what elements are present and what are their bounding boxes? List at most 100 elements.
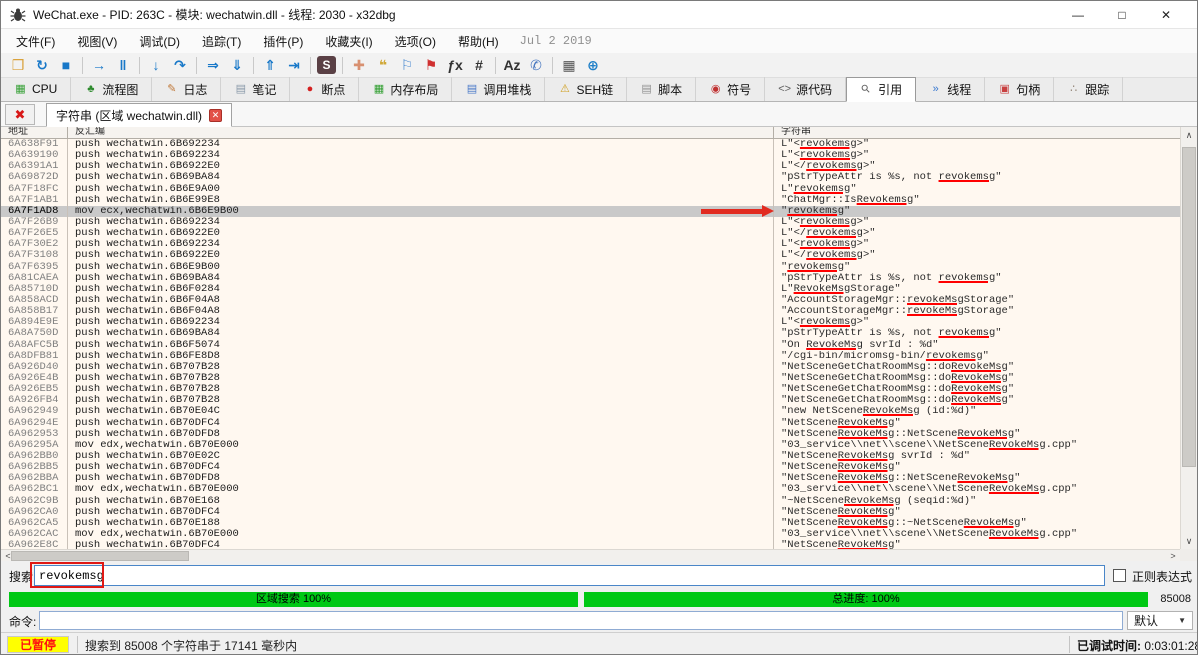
table-row[interactable]: 6A7F26E5 push wechatwin.6B6922E0 L"</revok…: [1, 228, 1180, 240]
table-row[interactable]: 6A926D40 push wechatwin.6B707B28 "NetScene…: [1, 361, 1180, 373]
menu-item-1[interactable]: 视图(V): [66, 30, 128, 53]
execute-till-return-icon[interactable]: ⇓: [225, 55, 249, 76]
tab-cpu[interactable]: ▦ CPU: [1, 77, 72, 101]
table-row[interactable]: 6A639190 push wechatwin.6B692234 L"<revoke…: [1, 150, 1180, 162]
table-row[interactable]: 6A7F1AB1 push wechatwin.6B6E99E8 "ChatMgr:…: [1, 194, 1180, 206]
tab-threads[interactable]: » 线程: [916, 77, 986, 101]
table-row[interactable]: 6A962E8C push wechatwin.6B70DFC4 "NetScene…: [1, 540, 1180, 549]
horizontal-scrollbar[interactable]: < >: [1, 549, 1180, 561]
bookmarks-icon[interactable]: ⚑: [419, 55, 443, 76]
tab-handles[interactable]: ▣ 句柄: [985, 77, 1055, 101]
scroll-up-icon[interactable]: ∧: [1181, 127, 1197, 143]
patch-icon[interactable]: ✚: [347, 55, 371, 76]
column-header-address[interactable]: 地址: [1, 127, 68, 138]
table-row[interactable]: 6A7F1AD8 mov ecx,wechatwin.6B6E9B00 "revok…: [1, 205, 1180, 217]
maximize-button[interactable]: □: [1100, 2, 1144, 28]
table-row[interactable]: 6A962CA0 push wechatwin.6B70DFC4 "NetScene…: [1, 506, 1180, 518]
minimize-button[interactable]: —: [1056, 2, 1100, 28]
vertical-scrollbar[interactable]: ∧ ∨: [1180, 127, 1197, 549]
subtab-strings-wechatwin[interactable]: 字符串 (区域 wechatwin.dll) ✕: [46, 103, 233, 127]
menu-item-6[interactable]: 选项(O): [384, 30, 447, 53]
scroll-right-icon[interactable]: >: [1166, 550, 1180, 561]
step-over-icon[interactable]: ↷: [168, 55, 192, 76]
table-row[interactable]: 6A7F30E2 push wechatwin.6B692234 L"<revoke…: [1, 239, 1180, 251]
menu-item-0[interactable]: 文件(F): [5, 30, 66, 53]
table-row[interactable]: 6A962953 push wechatwin.6B70DFD8 "NetScene…: [1, 428, 1180, 440]
tab-breakpoints[interactable]: ● 断点: [290, 77, 360, 101]
run-to-user-code-icon[interactable]: ⇑: [258, 55, 282, 76]
tab-call-stack[interactable]: ▤ 调用堆栈: [452, 77, 546, 101]
tab-source[interactable]: <> 源代码: [765, 77, 847, 101]
table-row[interactable]: 6A85710D push wechatwin.6B6F0284 L"RevokeM…: [1, 283, 1180, 295]
close-button[interactable]: ✕: [1144, 2, 1188, 28]
table-row[interactable]: 6A962BB5 push wechatwin.6B70DFC4 "NetScene…: [1, 462, 1180, 474]
table-row[interactable]: 6A962BBA push wechatwin.6B70DFD8 "NetScene…: [1, 473, 1180, 485]
menu-item-7[interactable]: 帮助(H): [447, 30, 510, 53]
table-row[interactable]: 6A81CAEA push wechatwin.6B69BA84 "pStrType…: [1, 272, 1180, 284]
tab-script[interactable]: ▤ 脚本: [627, 77, 697, 101]
table-row[interactable]: 6A7F3108 push wechatwin.6B6922E0 L"</revok…: [1, 250, 1180, 262]
labels-icon[interactable]: ⚐: [395, 55, 419, 76]
table-row[interactable]: 6A8A750D push wechatwin.6B69BA84 "pStrType…: [1, 328, 1180, 340]
table-row[interactable]: 6A858B17 push wechatwin.6B6F04A8 "AccountS…: [1, 306, 1180, 318]
command-input[interactable]: [39, 611, 1123, 630]
table-row[interactable]: 6A962BC1 mov edx,wechatwin.6B70E000 "03_se…: [1, 484, 1180, 496]
tab-memory-map[interactable]: ▦ 内存布局: [359, 77, 453, 101]
table-row[interactable]: 6A7F6395 push wechatwin.6B6E9B00 "revokems…: [1, 261, 1180, 273]
table-row[interactable]: 6A7F18FC push wechatwin.6B6E9A00 L"revokem…: [1, 183, 1180, 195]
case-icon[interactable]: Az: [500, 55, 524, 76]
table-row[interactable]: 6A7F26B9 push wechatwin.6B692234 L"<revoke…: [1, 216, 1180, 229]
functions-icon[interactable]: ƒx: [443, 55, 467, 76]
column-header-disassembly[interactable]: 反汇编: [68, 127, 774, 138]
table-row[interactable]: 6A6391A1 push wechatwin.6B6922E0 L"</revok…: [1, 161, 1180, 173]
table-row[interactable]: 6A926E4B push wechatwin.6B707B28 "NetScene…: [1, 372, 1180, 385]
tab-trace[interactable]: ∴ 跟踪: [1054, 77, 1124, 101]
search-input[interactable]: [34, 565, 1105, 586]
pause-icon[interactable]: ‖: [111, 55, 135, 76]
scroll-down-icon[interactable]: ∨: [1181, 533, 1197, 549]
run-icon[interactable]: →: [87, 55, 111, 76]
comments-icon[interactable]: ❝: [371, 55, 395, 76]
tab-symbols[interactable]: ◉ 符号: [696, 77, 766, 101]
open-file-icon[interactable]: ❒: [6, 55, 30, 76]
horizontal-scrollbar-thumb[interactable]: [11, 551, 189, 561]
table-row[interactable]: 6A8AFC5B push wechatwin.6B6F5074 "On Revok…: [1, 339, 1180, 351]
table-row[interactable]: 6A8DFB81 push wechatwin.6B6FE8D8 "/cgi-bin…: [1, 350, 1180, 362]
table-row[interactable]: 6A962949 push wechatwin.6B70E04C "new NetS…: [1, 406, 1180, 418]
table-row[interactable]: 6A894E9E push wechatwin.6B692234 L"<revoke…: [1, 317, 1180, 329]
step-into-icon[interactable]: ↓: [144, 55, 168, 76]
menu-item-5[interactable]: 收藏夹(I): [314, 30, 383, 53]
command-profile-dropdown[interactable]: 默认 ▼: [1127, 611, 1193, 630]
calculator-icon[interactable]: ▦: [557, 55, 581, 76]
menu-item-2[interactable]: 调试(D): [128, 30, 191, 53]
table-row[interactable]: 6A962CAC mov edx,wechatwin.6B70E000 "03_se…: [1, 528, 1180, 541]
table-row[interactable]: 6A96294E push wechatwin.6B70DFC4 "NetScene…: [1, 417, 1180, 429]
column-header-string[interactable]: 字符串: [774, 127, 1180, 138]
table-row[interactable]: 6A926EB5 push wechatwin.6B707B28 "NetScene…: [1, 384, 1180, 396]
globe-icon[interactable]: ⊕: [581, 55, 605, 76]
close-all-tabs-button[interactable]: ✖: [5, 104, 35, 125]
table-row[interactable]: 6A926FB4 push wechatwin.6B707B28 "NetScene…: [1, 395, 1180, 407]
tab-graph[interactable]: ♣ 流程图: [71, 77, 153, 101]
stop-icon[interactable]: ■: [54, 55, 78, 76]
table-row[interactable]: 6A962CA5 push wechatwin.6B70E188 "NetScene…: [1, 517, 1180, 529]
table-row[interactable]: 6A962BB0 push wechatwin.6B70E02C "NetScene…: [1, 450, 1180, 463]
tab-references[interactable]: ⚲ 引用: [846, 77, 917, 102]
table-row[interactable]: 6A638F91 push wechatwin.6B692234 L"<revoke…: [1, 139, 1180, 151]
run-to-cursor-icon[interactable]: ⇒: [201, 55, 225, 76]
table-row[interactable]: 6A69872D push wechatwin.6B69BA84 "pStrType…: [1, 172, 1180, 184]
step-into-user-icon[interactable]: ⇥: [282, 55, 306, 76]
menu-item-3[interactable]: 追踪(T): [191, 30, 252, 53]
table-row[interactable]: 6A858ACD push wechatwin.6B6F04A8 "AccountS…: [1, 294, 1180, 307]
tab-log[interactable]: ✎ 日志: [152, 77, 222, 101]
source-mode-icon[interactable]: S: [317, 56, 336, 74]
hash-icon[interactable]: #: [467, 55, 491, 76]
table-row[interactable]: 6A962C9B push wechatwin.6B70E168 "~NetScen…: [1, 495, 1180, 507]
attach-icon[interactable]: ✆: [524, 55, 548, 76]
restart-icon[interactable]: ↻: [30, 55, 54, 76]
tab-notes[interactable]: ▤ 笔记: [221, 77, 291, 101]
vertical-scrollbar-thumb[interactable]: [1182, 147, 1196, 467]
table-row[interactable]: 6A96295A mov edx,wechatwin.6B70E000 "03_se…: [1, 439, 1180, 451]
tab-seh[interactable]: ⚠ SEH链: [545, 77, 628, 101]
menu-item-4[interactable]: 插件(P): [252, 30, 314, 53]
